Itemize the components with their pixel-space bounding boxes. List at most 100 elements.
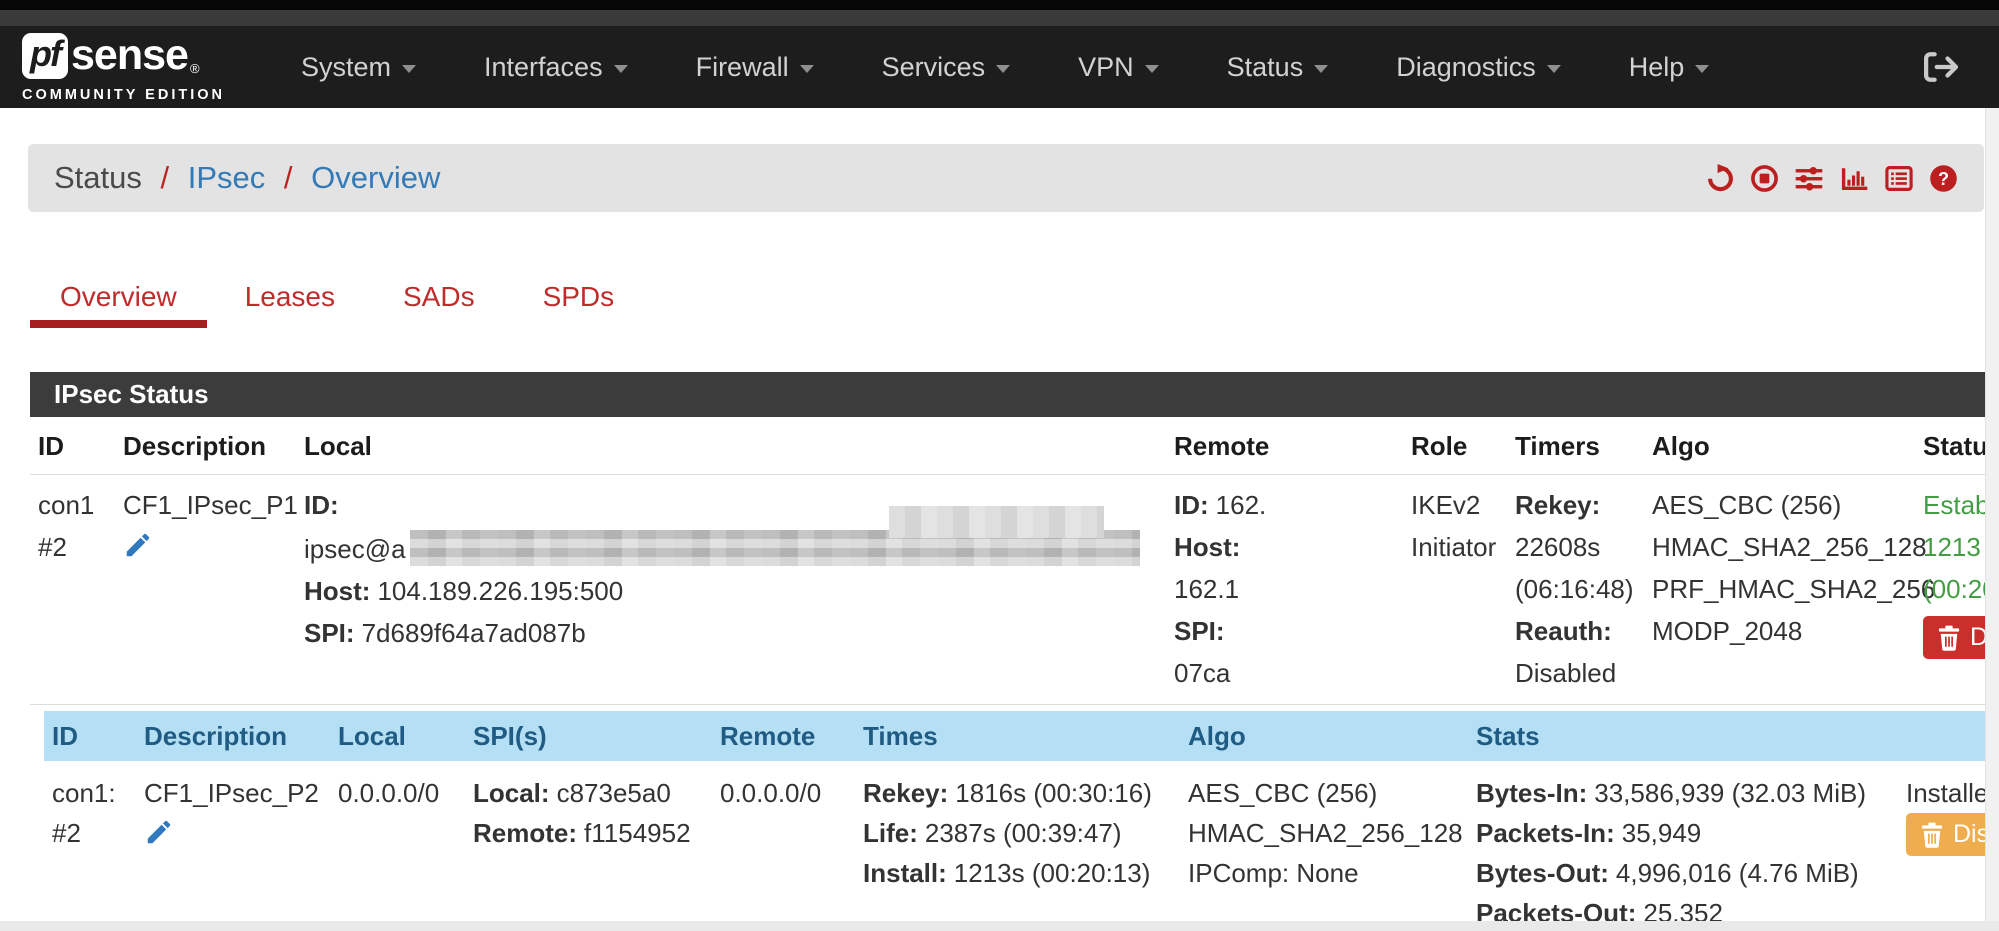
nav-label: Interfaces (484, 52, 603, 83)
child-sa-table: ID Description Local SPI(s) Remote Times… (44, 711, 1985, 921)
col-header-status: Status (1915, 417, 1985, 474)
cell-remote: ID:162. Host: 162.1 SPI: 07ca (1166, 475, 1403, 704)
chevron-down-icon (402, 65, 416, 73)
p1-id: con1 (38, 484, 107, 526)
logo-wordmark: pf sense ® (22, 31, 225, 80)
pfsense-logo[interactable]: pf sense ® COMMUNITY EDITION (22, 31, 225, 103)
nav-label: Diagnostics (1396, 52, 1536, 83)
spi-remote-value: f1154952 (584, 818, 691, 848)
tab-bar: Overview Leases SADs SPDs (30, 274, 1985, 328)
status-state: Established (1923, 484, 1985, 526)
cell-state: Installed (1898, 761, 1985, 921)
nav-item-status[interactable]: Status (1193, 26, 1363, 108)
reauth-label: Reauth: (1515, 616, 1612, 646)
local-spi-value: 7d689f64a7ad087b (362, 618, 586, 648)
edit-icon[interactable] (144, 817, 174, 847)
remote-host-value: 162.1 (1174, 568, 1395, 610)
redacted-blur (889, 506, 1104, 538)
logo-edition-text: COMMUNITY EDITION (22, 87, 225, 103)
pf-logo-box: pf (22, 33, 68, 79)
local-id-label: ID: (304, 490, 339, 520)
p2-id: con1: (52, 773, 128, 813)
trash-icon (1938, 625, 1960, 651)
main-navbar: pf sense ® COMMUNITY EDITION System Inte… (0, 26, 1999, 108)
tab-label: SPDs (543, 281, 615, 313)
nav-item-firewall[interactable]: Firewall (662, 26, 848, 108)
nav-label: VPN (1078, 52, 1134, 83)
panel-title: IPsec Status (30, 372, 1985, 417)
sa-state: Installed (1906, 773, 1985, 813)
nav-menu: System Interfaces Firewall Services VPN … (267, 26, 1743, 108)
table-row: con1 #2 CF1_IPsec_P1 ID: ipsec@a Host:10… (30, 475, 1985, 705)
col-header-timers: Timers (1507, 417, 1644, 474)
svg-text:?: ? (1938, 169, 1949, 189)
col-header-description: Description (115, 417, 296, 474)
packets-out-label: Packets-Out: (1476, 898, 1636, 921)
col-header-algo: Algo (1644, 417, 1915, 474)
cell-algo: AES_CBC (256) HMAC_SHA2_256_128 PRF_HMAC… (1644, 475, 1915, 704)
sliders-icon[interactable] (1794, 164, 1824, 193)
bar-chart-icon[interactable] (1839, 164, 1869, 193)
logo-pf-text: pf (30, 33, 60, 75)
chevron-down-icon (1695, 65, 1709, 73)
col-header-id: ID (30, 417, 115, 474)
nav-item-services[interactable]: Services (848, 26, 1045, 108)
tab-overview[interactable]: Overview (30, 274, 207, 328)
tab-label: SADs (403, 281, 475, 313)
remote-host-label: Host: (1174, 532, 1240, 562)
content-area: Status / IPsec / Overview (0, 108, 1985, 921)
breadcrumb-link-overview[interactable]: Overview (311, 160, 440, 195)
tab-spds[interactable]: SPDs (513, 274, 645, 328)
nav-label: Help (1629, 52, 1685, 83)
nav-item-diagnostics[interactable]: Diagnostics (1362, 26, 1595, 108)
remote-spi-label: SPI: (1174, 616, 1225, 646)
role-version: IKEv2 (1411, 484, 1499, 526)
tab-label: Overview (60, 281, 177, 313)
nav-item-system[interactable]: System (267, 26, 450, 108)
top-black-strip (0, 0, 1999, 10)
ccol-header-times: Times (855, 711, 1180, 761)
algo-dh: MODP_2048 (1652, 610, 1907, 652)
col-header-local: Local (296, 417, 1166, 474)
ccol-header-spis: SPI(s) (465, 711, 712, 761)
nav-item-interfaces[interactable]: Interfaces (450, 26, 662, 108)
breadcrumb-link-ipsec[interactable]: IPsec (188, 160, 266, 195)
cell-description: CF1_IPsec_P2 (136, 761, 330, 921)
cell-timers: Rekey: 22608s (06:16:48) Reauth: Disable… (1507, 475, 1644, 704)
remote-network: 0.0.0.0/0 (720, 773, 847, 813)
disconnect-button[interactable]: Disconnect (1923, 616, 1985, 659)
chevron-down-icon (1547, 65, 1561, 73)
cell-local: ID: ipsec@a Host:104.189.226.195:500 SPI… (296, 475, 1166, 704)
refresh-icon[interactable] (1706, 164, 1735, 193)
nav-item-help[interactable]: Help (1595, 26, 1744, 108)
breadcrumb: Status / IPsec / Overview (28, 144, 1984, 212)
scrollbar-gutter[interactable] (1985, 108, 1999, 921)
rekey-label: Rekey: (863, 778, 948, 808)
disconnect-p2-button[interactable]: Disconnect (1906, 813, 1985, 856)
nav-item-vpn[interactable]: VPN (1044, 26, 1193, 108)
spi-remote-label: Remote: (473, 818, 577, 848)
ccol-header-id: ID (44, 711, 136, 761)
ccol-header-description: Description (136, 711, 330, 761)
algo-integ: HMAC_SHA2_256_128 (1652, 526, 1907, 568)
ccol-header-empty (1898, 711, 1985, 761)
cell-remote: 0.0.0.0/0 (712, 761, 855, 921)
list-icon[interactable] (1884, 164, 1914, 193)
edit-icon[interactable] (123, 530, 153, 560)
nav-label: Services (882, 52, 986, 83)
help-icon[interactable]: ? (1929, 164, 1958, 193)
status-time: (00:20:13) (1923, 568, 1985, 610)
local-id-value: ipsec@a (304, 534, 406, 564)
bytes-out-value: 4,996,016 (4.76 MiB) (1616, 858, 1859, 888)
rekey-value: 1816s (00:30:16) (955, 778, 1152, 808)
tab-sads[interactable]: SADs (373, 274, 505, 328)
p1-id2: #2 (38, 526, 107, 568)
packets-in-value: 35,949 (1622, 818, 1702, 848)
stop-circle-icon[interactable] (1750, 164, 1779, 193)
sign-out-icon[interactable] (1923, 50, 1959, 84)
breadcrumb-separator: / (284, 160, 293, 195)
spi-local-label: Local: (473, 778, 550, 808)
tab-leases[interactable]: Leases (215, 274, 365, 328)
p2-description: CF1_IPsec_P2 (144, 773, 322, 813)
life-label: Life: (863, 818, 918, 848)
